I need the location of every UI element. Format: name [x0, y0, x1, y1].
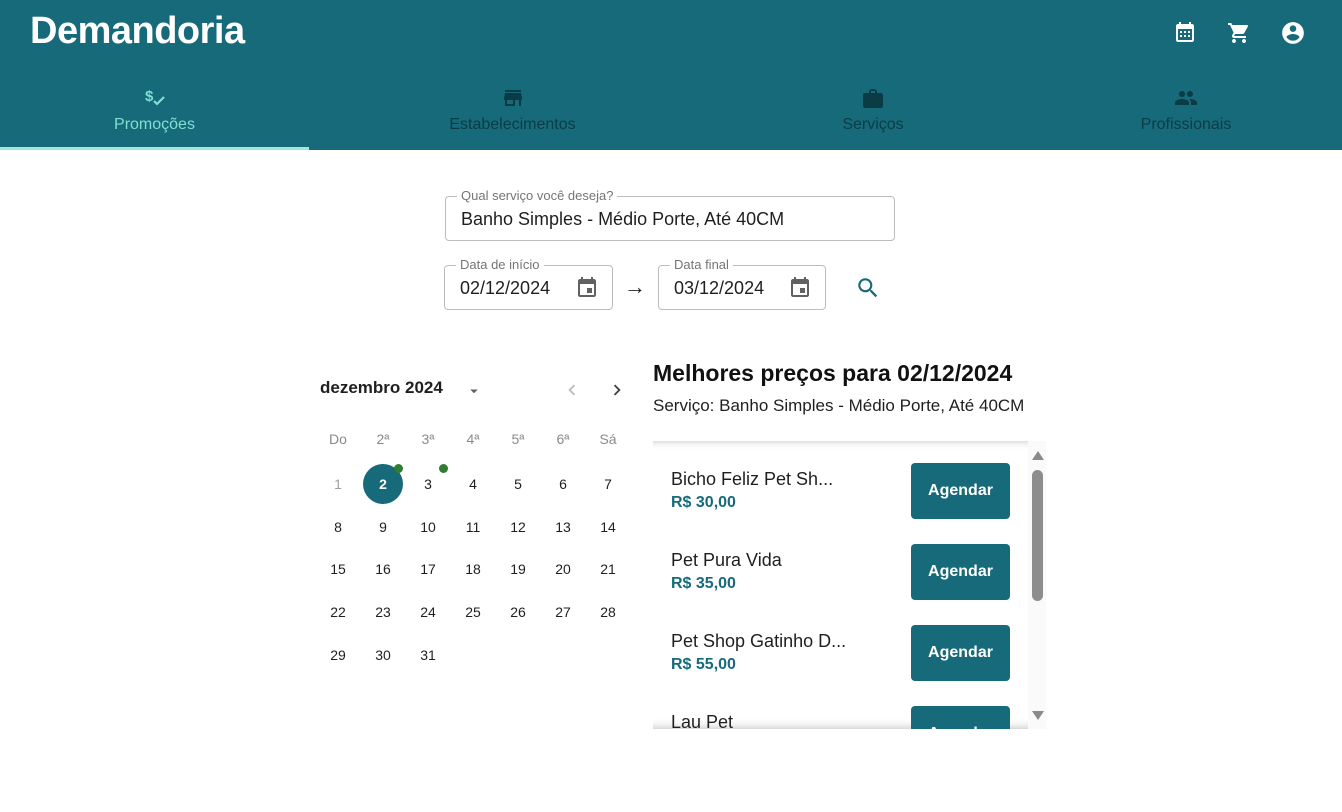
- search-icon[interactable]: [855, 275, 881, 301]
- calendar-day[interactable]: 22: [318, 592, 358, 632]
- end-date-label: Data final: [670, 257, 733, 272]
- calendar-day[interactable]: 18: [453, 549, 493, 589]
- establishment-name: Bicho Feliz Pet Sh...: [671, 469, 834, 489]
- service-field[interactable]: Qual serviço você deseja? Banho Simples …: [445, 188, 895, 241]
- discount-icon: $: [143, 84, 167, 112]
- calendar-day[interactable]: 24: [408, 592, 448, 632]
- end-date-field[interactable]: Data final 03/12/2024: [658, 257, 826, 310]
- calendar-day[interactable]: 12: [498, 507, 538, 547]
- establishment-name: Lau Pet: [671, 712, 734, 729]
- results-title: Melhores preços para 02/12/2024: [653, 360, 1013, 386]
- tab-label: Serviços: [842, 116, 904, 133]
- service-price: R$ 30,00: [671, 494, 736, 511]
- service-field-value[interactable]: Banho Simples - Médio Porte, Até 40CM: [461, 209, 784, 230]
- availability-dot: [439, 464, 448, 473]
- tab-servicos[interactable]: Serviços: [716, 80, 1030, 150]
- calendar-day: 1: [334, 476, 342, 492]
- next-month-icon[interactable]: [606, 379, 628, 401]
- calendar-icon[interactable]: [1172, 20, 1198, 46]
- list-item: Bicho Feliz Pet Sh... R$ 30,00 Agendar: [653, 441, 1028, 522]
- calendar-day[interactable]: 25: [453, 592, 493, 632]
- briefcase-icon: [861, 84, 885, 112]
- list-item: Lau Pet Agendar: [653, 684, 1028, 729]
- list-item: Pet Shop Gatinho D... R$ 55,00 Agendar: [653, 603, 1028, 684]
- service-field-label: Qual serviço você deseja?: [457, 188, 618, 203]
- date-range-separator: →: [624, 274, 646, 299]
- calendar-day[interactable]: 19: [498, 549, 538, 589]
- establishment-name: Pet Shop Gatinho D...: [671, 631, 847, 651]
- results-subtitle: Serviço: Banho Simples - Médio Porte, At…: [653, 396, 1025, 415]
- weekday-label: Sá: [599, 431, 617, 447]
- cart-icon[interactable]: [1226, 20, 1252, 46]
- schedule-button[interactable]: Agendar: [911, 463, 1010, 519]
- scroll-down-arrow-icon[interactable]: [1032, 711, 1044, 720]
- account-icon[interactable]: [1280, 20, 1306, 46]
- calendar-day[interactable]: 9: [363, 507, 403, 547]
- tab-label: Promoções: [114, 116, 195, 133]
- scrollbar-thumb[interactable]: [1032, 470, 1043, 601]
- tab-estabelecimentos[interactable]: Estabelecimentos: [309, 80, 716, 150]
- weekday-label: Do: [329, 431, 347, 447]
- establishment-name: Pet Pura Vida: [671, 550, 782, 570]
- weekday-label: 3ª: [421, 431, 435, 447]
- chevron-down-icon[interactable]: [465, 382, 483, 400]
- calendar-day[interactable]: 5: [498, 464, 538, 504]
- calendar-day[interactable]: 27: [543, 592, 583, 632]
- calendar-day[interactable]: 13: [543, 507, 583, 547]
- calendar-day[interactable]: 10: [408, 507, 448, 547]
- scroll-up-arrow-icon[interactable]: [1032, 451, 1044, 460]
- calendar-day[interactable]: 7: [588, 464, 628, 504]
- results-list[interactable]: Bicho Feliz Pet Sh... R$ 30,00 Agendar P…: [653, 441, 1028, 729]
- start-date-field[interactable]: Data de início 02/12/2024: [444, 257, 613, 310]
- calendar-day[interactable]: 31: [408, 635, 448, 675]
- weekday-label: 5ª: [511, 431, 525, 447]
- app-header: Demandoria $ Promoções Estabelecimentos: [0, 0, 1342, 150]
- weekday-label: 6ª: [556, 431, 570, 447]
- weekday-label: 4ª: [466, 431, 480, 447]
- list-item: Pet Pura Vida R$ 35,00 Agendar: [653, 522, 1028, 603]
- end-date-value[interactable]: 03/12/2024: [674, 278, 764, 299]
- main-tabs: $ Promoções Estabelecimentos Serviços Pr…: [0, 80, 1342, 150]
- calendar-icon[interactable]: [574, 275, 600, 301]
- calendar-day[interactable]: 30: [363, 635, 403, 675]
- calendar-day[interactable]: 23: [363, 592, 403, 632]
- calendar-day[interactable]: 14: [588, 507, 628, 547]
- calendar-day[interactable]: 17: [408, 549, 448, 589]
- calendar-day[interactable]: 16: [363, 549, 403, 589]
- start-date-value[interactable]: 02/12/2024: [460, 278, 550, 299]
- people-icon: [1173, 84, 1199, 112]
- store-icon: [501, 84, 525, 112]
- start-date-label: Data de início: [456, 257, 544, 272]
- weekday-label: 2ª: [376, 431, 390, 447]
- schedule-button[interactable]: Agendar: [911, 625, 1010, 681]
- tab-label: Estabelecimentos: [449, 116, 576, 133]
- calendar-day[interactable]: 11: [453, 507, 493, 547]
- calendar-day[interactable]: 29: [318, 635, 358, 675]
- tab-label: Profissionais: [1140, 116, 1232, 133]
- previous-month-icon[interactable]: [561, 379, 583, 401]
- schedule-button[interactable]: Agendar: [911, 544, 1010, 600]
- service-price: R$ 35,00: [671, 575, 736, 592]
- header-actions: [1172, 20, 1306, 46]
- calendar-day[interactable]: 4: [453, 464, 493, 504]
- calendar-icon[interactable]: [787, 275, 813, 301]
- calendar-day[interactable]: 20: [543, 549, 583, 589]
- svg-text:$: $: [145, 88, 154, 105]
- calendar-day[interactable]: 28: [588, 592, 628, 632]
- tab-profissionais[interactable]: Profissionais: [1030, 80, 1342, 150]
- schedule-button[interactable]: Agendar: [911, 706, 1010, 729]
- calendar-day[interactable]: 26: [498, 592, 538, 632]
- calendar-day[interactable]: 8: [318, 507, 358, 547]
- service-price: R$ 55,00: [671, 656, 736, 673]
- calendar-day[interactable]: 6: [543, 464, 583, 504]
- calendar-day[interactable]: 15: [318, 549, 358, 589]
- calendar-day[interactable]: 21: [588, 549, 628, 589]
- calendar-month-label[interactable]: dezembro 2024: [320, 378, 443, 398]
- app-title: Demandoria: [30, 10, 245, 52]
- tab-promocoes[interactable]: $ Promoções: [0, 80, 309, 150]
- availability-dot: [394, 464, 403, 473]
